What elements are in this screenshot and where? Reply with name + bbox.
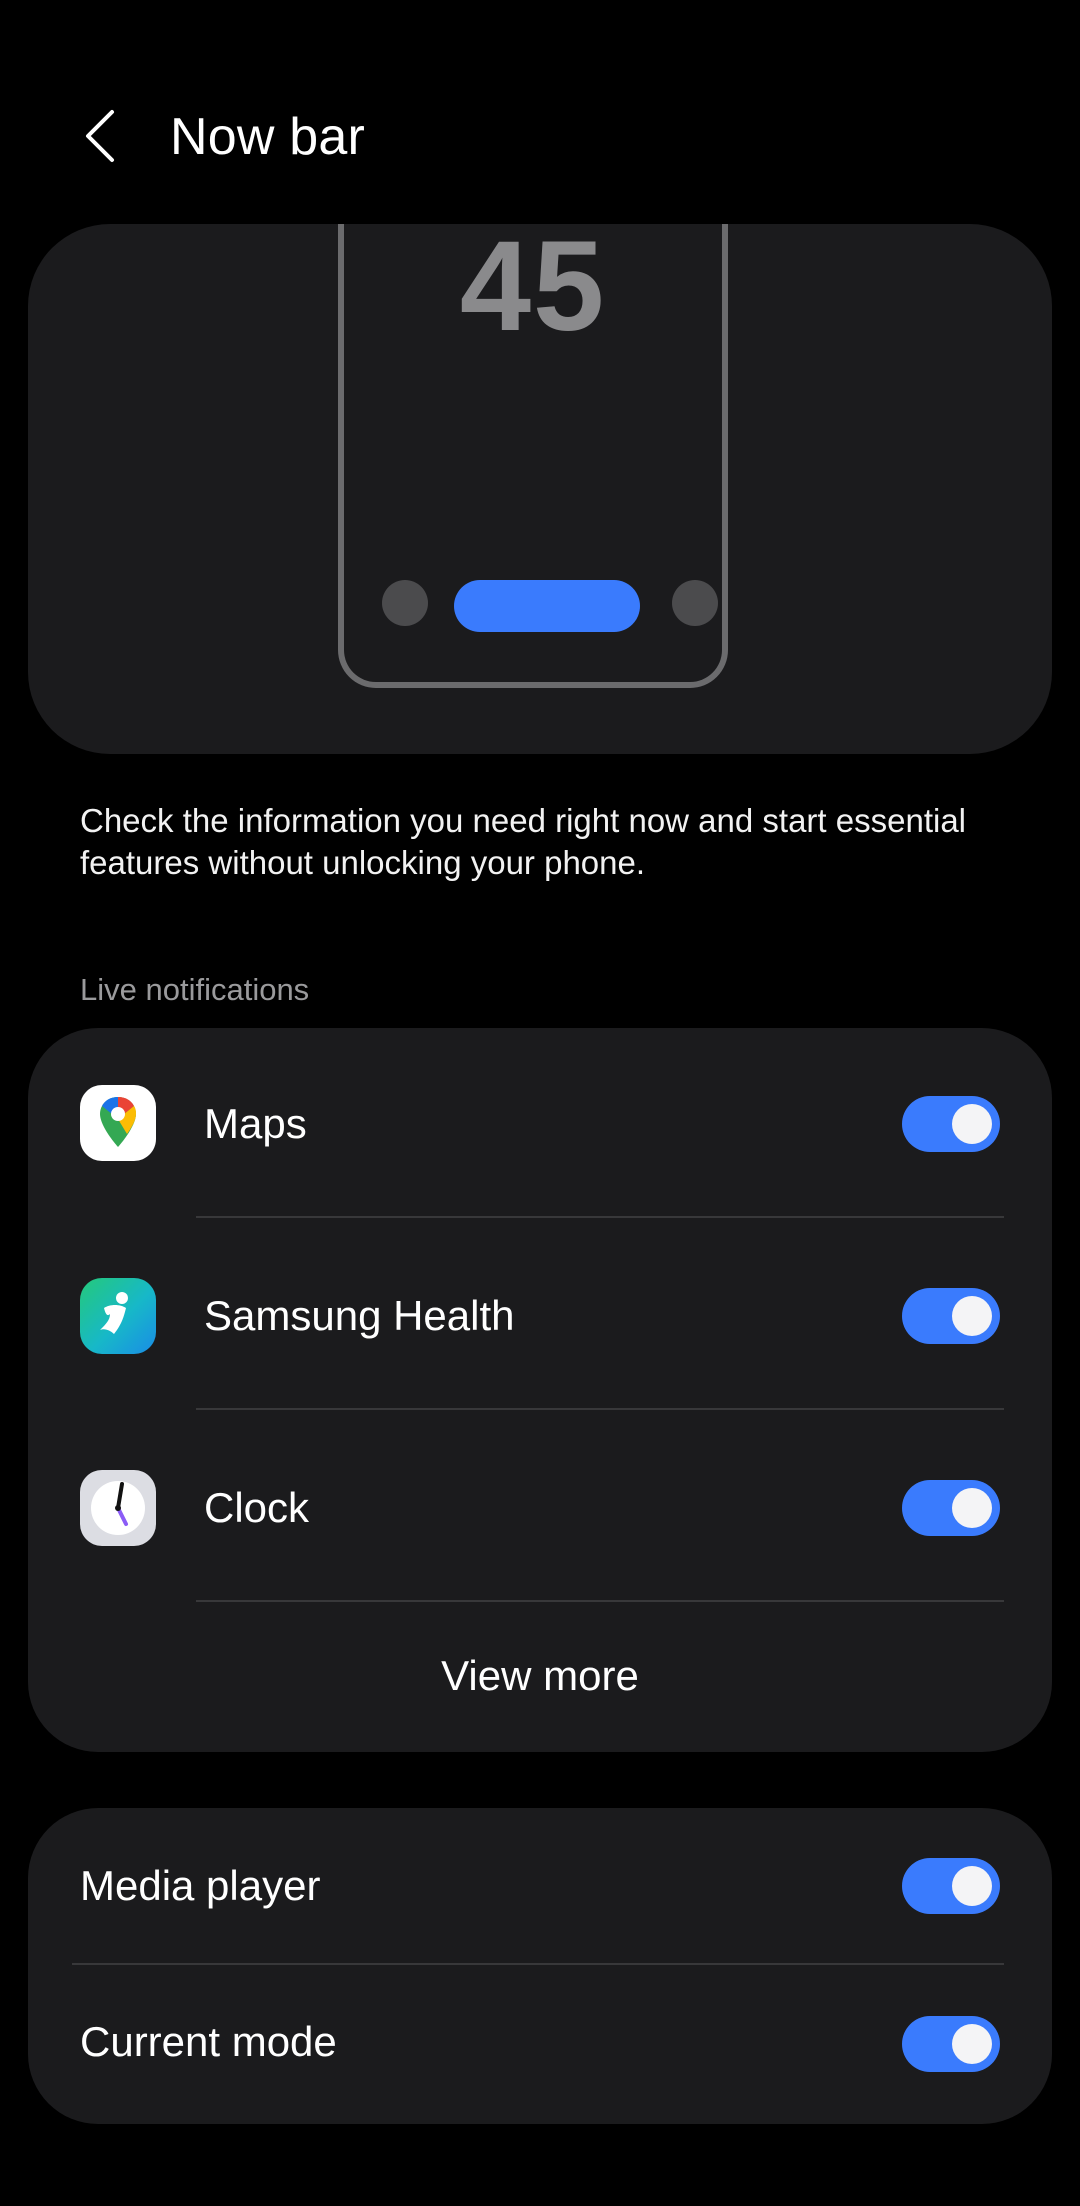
other-settings-card: Media player Current mode: [28, 1808, 1052, 2124]
preview-clock: 45: [459, 224, 607, 358]
item-label: Media player: [80, 1862, 321, 1909]
current-mode-toggle[interactable]: [902, 2016, 1000, 2072]
list-item-maps[interactable]: Maps: [28, 1028, 1052, 1220]
item-label: Clock: [204, 1484, 310, 1531]
view-more-button[interactable]: View more: [28, 1650, 1052, 1702]
item-label: Maps: [204, 1100, 307, 1147]
clock-toggle[interactable]: [902, 1480, 1000, 1536]
list-item-samsung-health[interactable]: Samsung Health: [28, 1220, 1052, 1412]
divider: [196, 1216, 1004, 1218]
feature-description: Check the information you need right now…: [80, 802, 967, 881]
media-player-toggle[interactable]: [902, 1858, 1000, 1914]
nowbar-pill: [454, 580, 640, 632]
clock-app-icon: [80, 1470, 156, 1546]
samsung-health-icon: [80, 1278, 156, 1354]
google-maps-icon: [80, 1085, 156, 1161]
app-header: Now bar: [0, 0, 1080, 230]
item-label: Current mode: [80, 2018, 337, 2065]
divider: [72, 1963, 1004, 1965]
live-notifications-card: Maps Samsung Health Clock View more: [28, 1028, 1052, 1752]
phone-illustration: 45: [338, 224, 728, 688]
list-item-media-player[interactable]: Media player: [28, 1808, 1052, 1964]
now-bar-preview: 45: [28, 224, 1052, 754]
list-item-clock[interactable]: Clock: [28, 1412, 1052, 1604]
divider: [196, 1408, 1004, 1410]
chevron-left-icon: [86, 110, 114, 162]
back-button[interactable]: [70, 100, 130, 172]
item-label: Samsung Health: [204, 1292, 515, 1339]
list-item-current-mode[interactable]: Current mode: [28, 1966, 1052, 2124]
samsung-health-toggle[interactable]: [902, 1288, 1000, 1344]
page-title: Now bar: [170, 108, 366, 166]
maps-toggle[interactable]: [902, 1096, 1000, 1152]
section-label-live-notifications: Live notifications: [80, 972, 310, 1007]
divider: [196, 1600, 1004, 1602]
nowbar-dot-left: [382, 580, 428, 626]
nowbar-dot-right: [672, 580, 718, 626]
